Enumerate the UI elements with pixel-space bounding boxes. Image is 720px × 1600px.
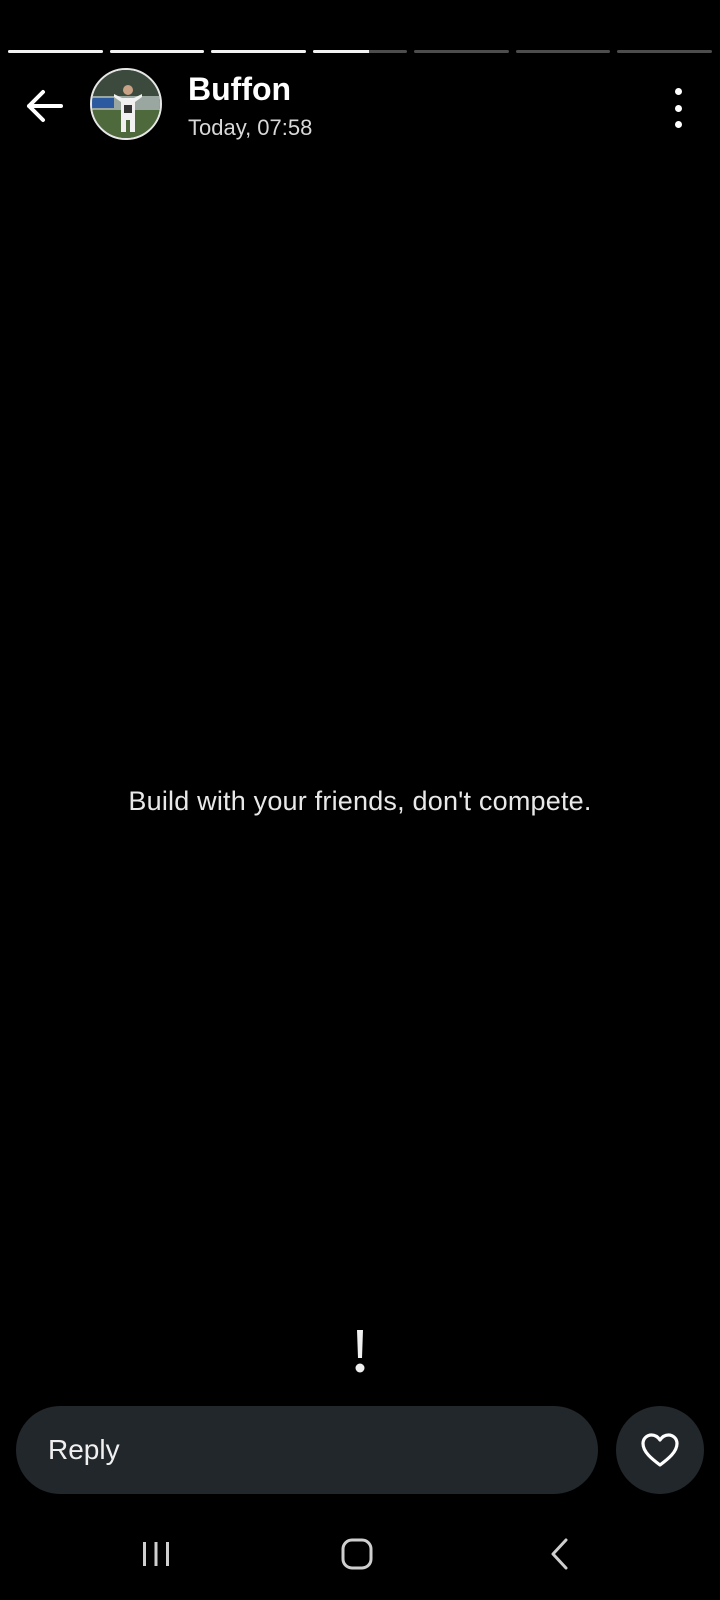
avatar[interactable] [90,68,162,140]
heart-icon [641,1433,679,1467]
progress-segment [617,50,713,53]
recents-button[interactable] [126,1530,186,1578]
back-button[interactable] [22,86,66,126]
user-name[interactable]: Buffon [188,71,291,107]
reply-field[interactable] [16,1406,598,1494]
progress-segment [109,50,205,53]
home-button[interactable] [327,1530,387,1578]
progress-segment [211,50,306,53]
system-navigation-bar [0,1508,720,1600]
story-text: Build with your friends, don't compete. [128,786,592,816]
more-vertical-icon [674,88,682,95]
progress-segment-fill [109,50,205,53]
home-icon [341,1538,373,1570]
progress-segment-fill [8,50,103,53]
system-back-button[interactable] [530,1530,590,1578]
chevron-left-icon [551,1538,568,1570]
reply-input[interactable] [46,1433,598,1467]
story-header: Buffon Today, 07:58 [0,68,720,144]
progress-segment-fill [312,50,370,53]
recents-icon [143,1542,169,1566]
avatar-image [92,70,160,138]
exclamation-icon [355,1330,365,1373]
progress-segment-fill [211,50,306,53]
progress-segment [8,50,103,53]
arrow-left-icon [27,90,63,122]
progress-segment [414,50,509,53]
progress-segment [515,50,611,53]
story-timestamp: Today, 07:58 [188,115,313,140]
like-button[interactable] [616,1406,704,1494]
progress-segment [312,50,408,53]
story-progress-bar [8,50,713,54]
more-options-button[interactable] [668,88,688,128]
